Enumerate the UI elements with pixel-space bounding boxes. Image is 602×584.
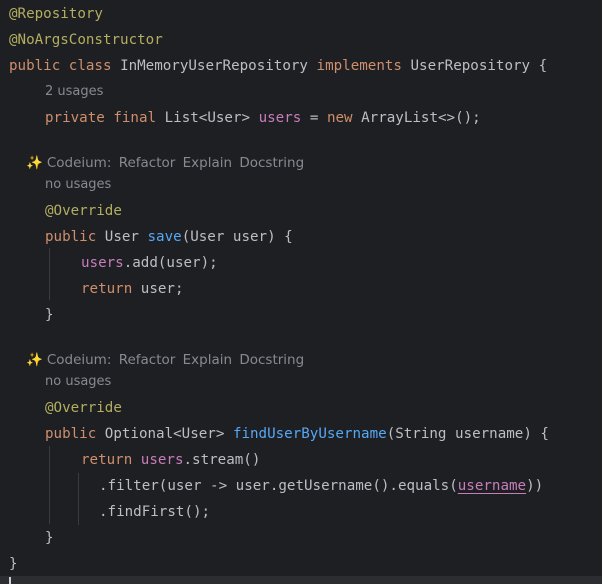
text-caret	[9, 577, 11, 584]
keyword-new: new	[326, 110, 353, 126]
field-declaration-line: private final List<User> users = new Arr…	[45, 108, 481, 128]
field-type: List<User>	[164, 110, 251, 126]
usages-hint-save[interactable]: no usages	[45, 176, 111, 194]
assign-operator: =	[309, 110, 319, 126]
return-stream-line: return users.stream()	[81, 450, 260, 470]
annotation-override: @Override	[45, 203, 122, 219]
codeium-lens-find: ✨ Codeium: Refactor Explain Docstring	[26, 351, 307, 369]
close-brace-class: }	[9, 556, 18, 572]
usages-hint-find[interactable]: no usages	[45, 373, 111, 391]
findfirst-line: .findFirst();	[99, 504, 211, 520]
method-name-find: findUserByUsername	[232, 426, 387, 442]
annotation-noargsconstructor: @NoArgsConstructor	[9, 32, 163, 48]
method-params: (User user) {	[181, 229, 293, 245]
usages-hint-field[interactable]: 2 usages	[45, 83, 103, 101]
param-username: username	[457, 478, 527, 494]
indent-guide	[78, 473, 79, 525]
interface-name: UserRepository	[410, 58, 531, 74]
annotation-override: @Override	[45, 400, 122, 416]
method-name-save: save	[147, 229, 182, 245]
sparkle-icon: ✨	[26, 352, 43, 368]
indent-guide	[49, 248, 50, 300]
codeium-label: Codeium:	[46, 155, 112, 171]
method-params: (String username) {	[386, 426, 549, 442]
sparkle-icon: ✨	[26, 155, 43, 171]
users-add-line: users.add(user);	[81, 253, 218, 273]
docstring-link[interactable]: Docstring	[239, 352, 304, 368]
keyword-return: return	[81, 452, 133, 468]
open-brace: {	[538, 58, 548, 74]
constructor-call: ArrayList<>();	[361, 110, 481, 126]
field-users: users	[140, 452, 184, 468]
find-method-signature: public Optional<User> findUserByUsername…	[45, 424, 549, 444]
close-brace-save: }	[45, 307, 54, 323]
explain-link[interactable]: Explain	[183, 155, 232, 171]
keyword-public: public	[45, 229, 97, 245]
bottom-line-strip	[0, 576, 602, 584]
refactor-link[interactable]: Refactor	[119, 352, 176, 368]
docstring-link[interactable]: Docstring	[239, 155, 304, 171]
field-users: users	[258, 110, 302, 126]
keyword-private: private	[45, 110, 105, 126]
return-value: user;	[140, 281, 184, 297]
explain-link[interactable]: Explain	[183, 352, 232, 368]
refactor-link[interactable]: Refactor	[119, 155, 176, 171]
add-call: .add(user);	[123, 255, 218, 271]
return-type: Optional<User>	[104, 426, 225, 442]
annotation-repository: @Repository	[9, 6, 103, 22]
code-editor[interactable]: @Repository @NoArgsConstructor public cl…	[0, 0, 602, 584]
keyword-implements: implements	[316, 58, 402, 74]
filter-call: .filter(user -> user.getUsername().equal…	[99, 478, 458, 494]
keyword-return: return	[81, 281, 133, 297]
keyword-public: public	[45, 426, 97, 442]
class-declaration-line: public class InMemoryUserRepository impl…	[9, 56, 547, 76]
return-user-line: return user;	[81, 279, 184, 299]
codeium-lens-save: ✨ Codeium: Refactor Explain Docstring	[26, 154, 307, 172]
save-method-signature: public User save(User user) {	[45, 227, 293, 247]
keyword-final: final	[113, 110, 157, 126]
field-users: users	[81, 255, 124, 271]
keyword-class: class	[68, 58, 112, 74]
stream-call: .stream()	[183, 452, 261, 468]
indent-guide	[49, 446, 50, 524]
codeium-label: Codeium:	[46, 352, 112, 368]
close-brace-find: }	[45, 530, 54, 546]
filter-line: .filter(user -> user.getUsername().equal…	[99, 476, 543, 496]
filter-close: ))	[526, 478, 544, 494]
return-type: User	[104, 229, 139, 245]
class-name: InMemoryUserRepository	[120, 58, 308, 74]
keyword-public: public	[9, 58, 61, 74]
